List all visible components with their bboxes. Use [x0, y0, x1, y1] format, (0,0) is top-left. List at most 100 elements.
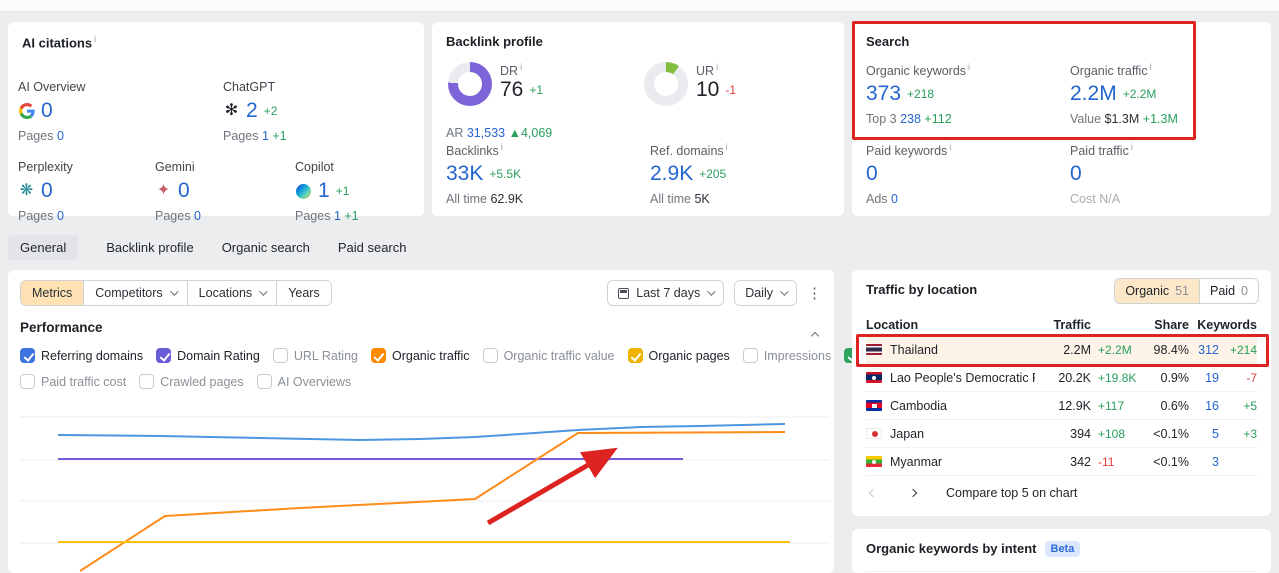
tab-backlink-profile[interactable]: Backlink profile	[106, 240, 193, 255]
info-icon: i	[500, 142, 503, 152]
organic-traffic-value[interactable]: 2.2M	[1070, 82, 1117, 106]
backlinks-metric: Backlinks i 33K +5.5K All time 62.9K	[446, 142, 524, 207]
next-page-button[interactable]	[906, 486, 920, 500]
filter-locations[interactable]: Locations	[186, 281, 277, 305]
checkbox-referring-domains[interactable]: Referring domains	[20, 348, 143, 363]
compare-top5-link[interactable]: Compare top 5 on chart	[946, 486, 1077, 500]
checkbox-crawled-pages[interactable]: Crawled pages	[139, 374, 244, 389]
toggle-organic[interactable]: Organic 51	[1115, 279, 1200, 303]
ur-metric: UR i 10 -1	[696, 62, 737, 102]
ai-citations-title: AI citations i	[22, 34, 97, 51]
filter-years[interactable]: Years	[276, 281, 331, 305]
info-icon: i	[968, 62, 971, 72]
collapse-section-button[interactable]	[810, 326, 820, 344]
granularity-button[interactable]: Daily	[734, 280, 797, 306]
tab-paid-search[interactable]: Paid search	[338, 240, 407, 255]
date-range-button[interactable]: Last 7 days	[607, 280, 725, 306]
toggle-paid[interactable]: Paid 0	[1199, 279, 1258, 303]
table-row-cambodia[interactable]: Cambodia 12.9K +117 0.6% 16 +5	[866, 392, 1257, 420]
traffic-by-location-title: Traffic by location	[866, 282, 978, 297]
checkbox-icon	[156, 348, 172, 363]
metric-chatgpt: ChatGPT ✻ 2 +2 Pages 1 +1	[223, 80, 287, 143]
table-row-laos[interactable]: Lao People's Democratic Reput 20.2K +19.…	[866, 364, 1257, 392]
table-row-myanmar[interactable]: Myanmar 342 -11 <0.1% 3	[866, 448, 1257, 476]
organic-keywords-value[interactable]: 373	[866, 82, 901, 106]
chevron-right-icon	[908, 488, 918, 498]
backlink-profile-title: Backlink profile	[446, 34, 543, 49]
info-icon: i	[716, 62, 719, 72]
chatgpt-icon: ✻	[224, 102, 239, 119]
overview-dashboard: AI citations i AI Overview 0 Pages 0 Chat…	[0, 0, 1279, 573]
table-row-thailand[interactable]: Thailand 2.2M +2.2M 98.4% 312 +214	[866, 336, 1257, 364]
metric-ai-overview: AI Overview 0 Pages 0	[18, 80, 86, 143]
google-icon	[18, 103, 35, 120]
checkbox-domain-rating[interactable]: Domain Rating	[156, 348, 260, 363]
backlinks-value[interactable]: 33K	[446, 162, 483, 186]
paid-keywords-value: 0	[866, 162, 878, 186]
copilot-value: 1	[318, 179, 330, 202]
checkbox-impressions[interactable]: Impressions	[742, 348, 831, 363]
info-icon: i	[949, 142, 952, 152]
perplexity-value: 0	[41, 179, 53, 202]
info-icon: i	[1149, 62, 1152, 72]
performance-heading: Performance	[20, 320, 103, 335]
checkbox-organic-pages[interactable]: Organic pages	[627, 348, 730, 363]
perplexity-icon: ❋	[19, 182, 34, 199]
checkbox-icon	[627, 348, 643, 363]
chevron-down-icon	[169, 287, 179, 296]
paid-traffic-value: 0	[1070, 162, 1082, 186]
filter-metrics[interactable]: Metrics	[21, 281, 84, 305]
kebab-menu-icon[interactable]: ⋮	[807, 284, 822, 302]
organic-keywords-metric: Organic keywords i 373 +218 Top 3 238 +112	[866, 62, 971, 127]
gemini-value: 0	[178, 179, 190, 202]
tab-organic-search[interactable]: Organic search	[222, 240, 310, 255]
laos-flag	[866, 372, 882, 383]
keywords-by-intent-card: Organic keywords by intent Beta	[852, 529, 1271, 573]
location-table-rows: Thailand 2.2M +2.2M 98.4% 312 +214 Lao P…	[866, 336, 1257, 476]
paid-keywords-metric: Paid keywords i 0 Ads 0	[866, 142, 952, 207]
info-icon: i	[94, 34, 97, 44]
checkbox-paid-traffic-cost[interactable]: Paid traffic cost	[20, 374, 126, 389]
organic-traffic-metric: Organic traffic i 2.2M +2.2M Value $1.3M +…	[1070, 62, 1178, 127]
filter-competitors[interactable]: Competitors	[83, 281, 187, 305]
tab-general[interactable]: General	[8, 234, 79, 260]
checkbox-icon	[139, 374, 155, 389]
dr-metric: DR i 76 +1	[500, 62, 544, 102]
metric-gemini: Gemini ✦ 0 Pages 0	[155, 160, 201, 223]
filter-segments: Metrics Competitors Locations Years	[20, 280, 332, 306]
filter-bar: Metrics Competitors Locations Years	[20, 280, 332, 306]
beta-badge: Beta	[1044, 541, 1081, 557]
chatgpt-value: 2	[246, 99, 258, 122]
search-card: Search Organic keywords i 373 +218 Top 3 2…	[852, 22, 1271, 216]
checkbox-icon	[370, 348, 386, 363]
organic-paid-toggle: Organic 51 Paid 0	[1114, 278, 1259, 304]
search-title: Search	[866, 34, 910, 49]
location-table-header: Location Traffic Share Keywords	[866, 314, 1257, 336]
metric-copilot: Copilot 1 +1 Pages 1 +1	[295, 160, 359, 223]
chevron-down-icon	[259, 287, 268, 296]
copilot-icon	[295, 183, 312, 200]
info-icon: i	[520, 62, 523, 72]
divider	[866, 571, 1257, 572]
info-icon: i	[1130, 142, 1133, 152]
ref-domains-value[interactable]: 2.9K	[650, 162, 693, 186]
dr-value: 76	[500, 78, 524, 102]
table-row-japan[interactable]: Japan 394 +108 <0.1% 5 +3	[866, 420, 1257, 448]
report-tabs: General Backlink profile Organic search …	[8, 234, 407, 260]
location-table-footer: Compare top 5 on chart	[866, 486, 1077, 500]
checkbox-ai-overviews[interactable]: AI Overviews	[256, 374, 351, 389]
ref-domains-metric: Ref. domains i 2.9K +205 All time 5K	[650, 142, 728, 207]
chevron-left-icon	[868, 488, 878, 498]
performance-line-chart[interactable]	[20, 396, 830, 573]
checkbox-url-rating[interactable]: URL Rating	[272, 348, 358, 363]
metric-checkbox-row-2: Paid traffic cost Crawled pages AI Overv…	[20, 374, 351, 389]
checkbox-icon	[482, 348, 498, 363]
chevron-down-icon	[780, 287, 789, 296]
prev-page-button[interactable]	[866, 486, 880, 500]
checkbox-organic-traffic-value[interactable]: Organic traffic value	[482, 348, 615, 363]
paid-traffic-metric: Paid traffic i 0 Cost N/A	[1070, 142, 1133, 207]
ai-citations-card: AI citations i AI Overview 0 Pages 0 Chat…	[8, 22, 424, 223]
gemini-icon: ✦	[156, 182, 171, 199]
checkbox-organic-traffic[interactable]: Organic traffic	[370, 348, 470, 363]
chevron-down-icon	[707, 287, 716, 296]
